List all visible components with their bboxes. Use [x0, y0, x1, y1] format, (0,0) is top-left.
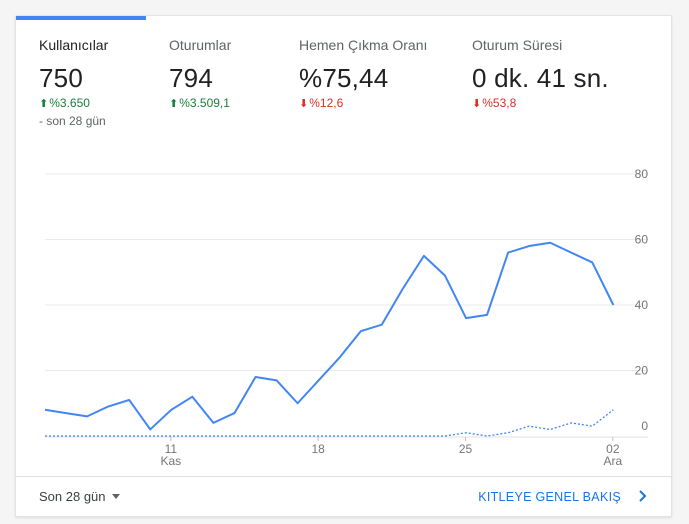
metric-change: ⬇%53,8	[472, 96, 516, 110]
metric-value: %75,44	[299, 63, 389, 93]
metric-change: ⬆%3.650	[39, 96, 90, 110]
tab-session-duration[interactable]: Oturum Süresi 0 dk. 41 sn. ⬇%53,8	[472, 16, 662, 151]
users-series-line	[44, 241, 615, 431]
metric-change-value: %3.650	[49, 96, 90, 110]
y-tick-label: 0	[641, 419, 648, 433]
metric-value: 750	[39, 63, 83, 93]
y-tick-label: 80	[635, 167, 649, 181]
metric-change-value: %3.509,1	[179, 96, 230, 110]
audience-overview-link[interactable]: KITLEYE GENEL BAKIŞ	[478, 489, 651, 504]
metric-tabs: Kullanıcılar 750 ⬆%3.650 - son 28 gün Ot…	[16, 16, 671, 151]
metric-change-value: %53,8	[482, 96, 517, 110]
comparison-series-line	[45, 409, 614, 437]
x-tick-label: 25	[459, 442, 473, 456]
users-line-chart: 02040608011Kas18 25 02Ara	[44, 167, 649, 468]
y-tick-label: 20	[635, 364, 649, 378]
metric-period: - son 28 gün	[39, 114, 106, 128]
arrow-up-icon: ⬆	[169, 98, 179, 110]
tab-label: Oturumlar	[169, 37, 232, 53]
date-range-dropdown[interactable]: Son 28 gün	[39, 489, 120, 504]
tab-label: Kullanıcılar	[39, 37, 109, 53]
y-tick-label: 60	[635, 233, 649, 247]
metric-change-value: %12,6	[309, 96, 344, 110]
x-month-label: Kas	[160, 454, 181, 468]
tab-users[interactable]: Kullanıcılar 750 ⬆%3.650 - son 28 gün	[16, 16, 166, 151]
users-overview-card: Kullanıcılar 750 ⬆%3.650 - son 28 gün Ot…	[15, 15, 672, 517]
card-footer: Son 28 gün KITLEYE GENEL BAKIŞ	[16, 476, 671, 517]
tab-bounce-rate[interactable]: Hemen Çıkma Oranı %75,44 ⬇%12,6	[299, 16, 469, 151]
y-tick-label: 40	[635, 298, 649, 312]
caret-down-icon	[111, 494, 120, 499]
x-month-label: Ara	[604, 454, 623, 468]
arrow-down-icon: ⬇	[472, 98, 482, 110]
tab-label: Hemen Çıkma Oranı	[299, 37, 428, 53]
date-range-label: Son 28 gün	[39, 489, 106, 504]
metric-value: 794	[169, 63, 213, 93]
metric-change: ⬆%3.509,1	[169, 96, 230, 110]
tab-label: Oturum Süresi	[472, 37, 563, 53]
audience-overview-label: KITLEYE GENEL BAKIŞ	[478, 490, 621, 504]
arrow-up-icon: ⬆	[39, 98, 49, 110]
chevron-right-icon	[639, 490, 647, 502]
metric-change: ⬇%12,6	[299, 96, 343, 110]
arrow-down-icon: ⬇	[299, 98, 309, 110]
active-tab-indicator	[16, 16, 146, 20]
metric-value: 0 dk. 41 sn.	[472, 63, 609, 93]
x-tick-label: 18	[311, 442, 325, 456]
tab-sessions[interactable]: Oturumlar 794 ⬆%3.509,1	[169, 16, 299, 151]
